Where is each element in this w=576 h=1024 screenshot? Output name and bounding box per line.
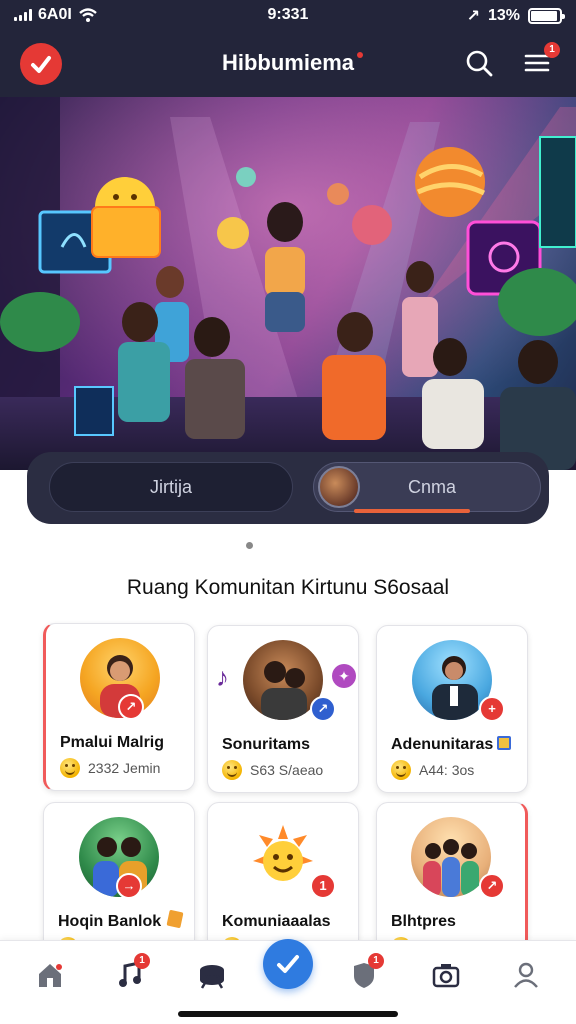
search-icon	[466, 50, 493, 77]
nav-profile[interactable]	[506, 955, 546, 995]
toggle-progress-bar	[354, 509, 470, 513]
status-bar: 6A0I 9:331 ↗ 13%	[0, 0, 576, 32]
card-badge: +	[479, 696, 505, 722]
view-toggle: Jirtija Cnma	[27, 452, 549, 524]
nav-camera[interactable]	[426, 955, 466, 995]
card-title: Pmalui Malrig	[60, 734, 165, 751]
menu-button[interactable]: 1	[520, 42, 560, 80]
toggle-option-right[interactable]: Cnma	[313, 462, 541, 513]
smiley-icon	[222, 760, 242, 780]
pager-dot[interactable]	[246, 542, 253, 549]
check-icon	[277, 955, 299, 973]
card-title: Sonuritams	[222, 736, 311, 753]
shield-badge: 1	[368, 953, 384, 969]
toggle-option-right-label: Cnma	[408, 477, 457, 497]
card-badge: 1	[310, 873, 336, 899]
card-meta: 2332 Jemin	[60, 758, 160, 778]
toggle-option-left[interactable]: Jirtija	[49, 462, 293, 512]
card-title: Hoqin Banlok	[58, 913, 162, 930]
card-title: Adenunitaras	[391, 736, 494, 753]
profile-icon	[514, 962, 538, 988]
nav-create-button[interactable]	[263, 939, 313, 989]
toggle-avatar	[318, 466, 360, 508]
music-note-icon: ♪	[216, 662, 229, 692]
location-icon: ↗	[466, 8, 480, 25]
status-right: ↗ 13%	[466, 6, 565, 26]
card-badge: ↗	[479, 873, 505, 899]
card-title: Blhtpres	[391, 913, 456, 930]
card-title: Komuniaaalas	[222, 913, 331, 930]
menu-badge: 1	[544, 42, 560, 58]
card-badge: ↗	[118, 694, 144, 720]
card-badge: →	[116, 873, 142, 899]
battery-icon	[528, 8, 565, 24]
community-card[interactable]: + Adenunitaras A44: 3os	[376, 625, 528, 793]
battery-percent: 13%	[487, 7, 520, 24]
card-badge: ↗	[310, 696, 336, 722]
smiley-icon	[391, 760, 411, 780]
nav-music[interactable]: 1	[110, 953, 150, 995]
nav-home[interactable]	[30, 955, 70, 995]
camera-icon	[432, 964, 460, 988]
hero-illustration	[0, 97, 576, 470]
music-badge: 1	[134, 953, 150, 969]
book-icon	[166, 909, 184, 929]
nav-drum[interactable]	[192, 955, 232, 995]
card-meta: S63 S/aeao	[222, 760, 323, 780]
card-meta: A44: 3os	[391, 760, 474, 780]
hero-banner[interactable]	[0, 97, 576, 470]
community-card[interactable]: ↗ Pmalui Malrig 2332 Jemin	[43, 623, 195, 791]
app-bar: Hibbumiema 1	[0, 40, 576, 88]
bookmark-icon	[497, 736, 511, 750]
community-card[interactable]: ♪ ✦ ↗ Sonuritams S63 S/aeao	[207, 625, 359, 793]
title-dot	[357, 52, 363, 58]
smiley-icon	[60, 758, 80, 778]
home-indicator[interactable]	[178, 1011, 398, 1017]
home-icon	[39, 964, 62, 987]
sparkle-icon: ✦	[332, 664, 356, 688]
drum-icon	[200, 965, 224, 989]
top-header: 6A0I 9:331 ↗ 13% Hibbumiema 1	[0, 0, 576, 97]
nav-notifications[interactable]: 1	[344, 953, 384, 995]
search-button[interactable]	[462, 46, 496, 80]
section-title: Ruang Komunitan Kirtunu S6osaal	[126, 576, 450, 599]
